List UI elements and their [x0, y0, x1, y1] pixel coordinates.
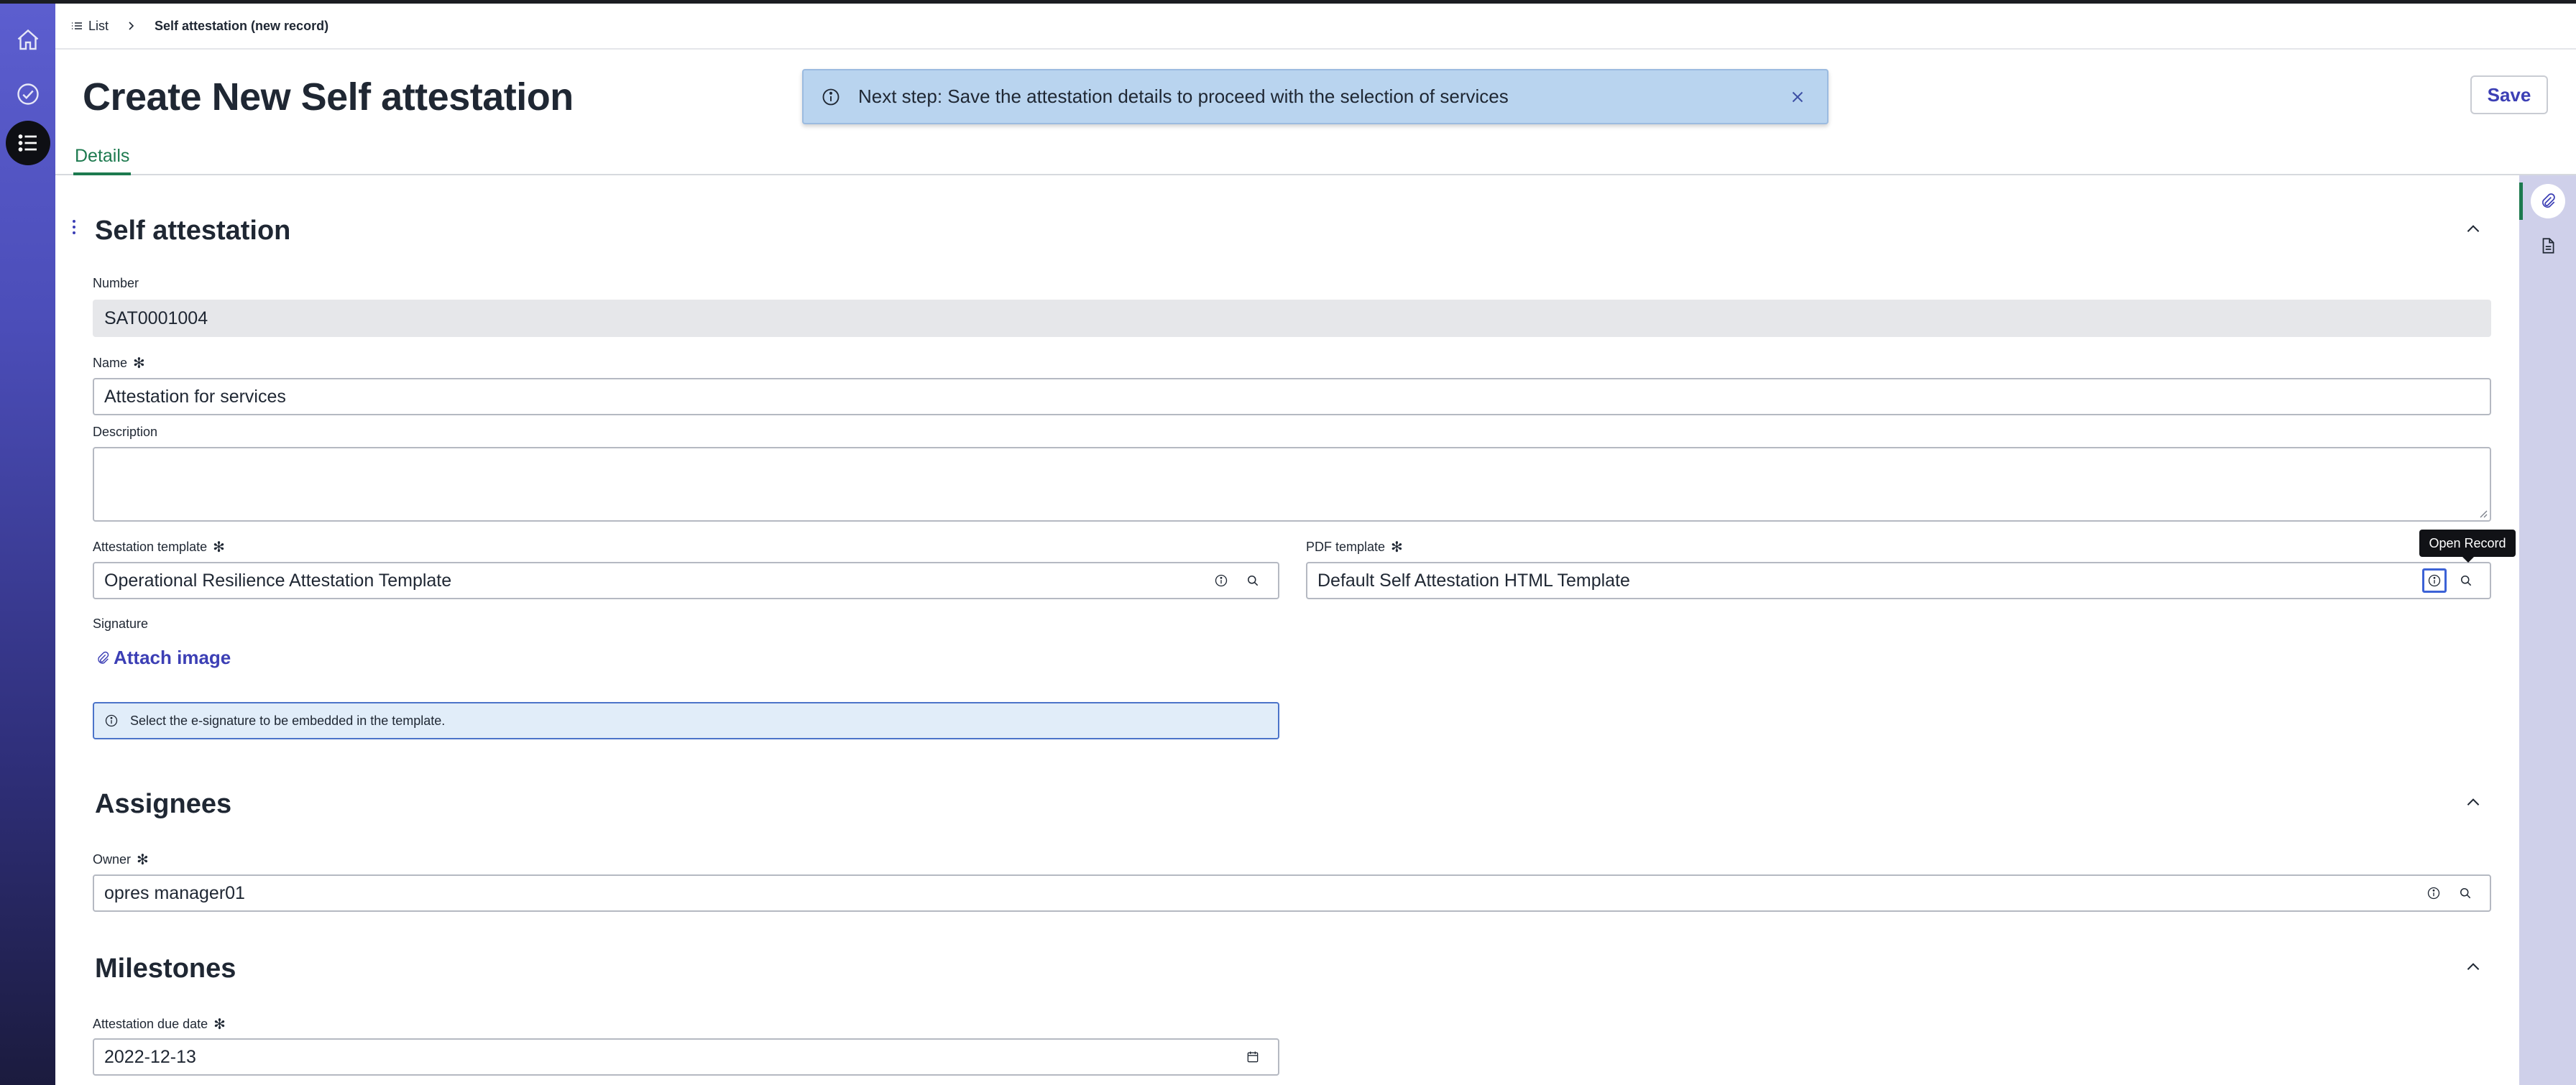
breadcrumb-list-link[interactable]: List: [71, 19, 109, 34]
name-label-text: Name: [93, 356, 128, 370]
due-date-label: Attestation due date ✻: [93, 1015, 226, 1033]
banner-message: Next step: Save the attestation details …: [858, 86, 1509, 107]
attach-image-link[interactable]: Attach image: [95, 647, 231, 669]
name-field[interactable]: Attestation for services: [93, 378, 2491, 415]
attestation-template-label: Attestation template ✻: [93, 538, 225, 556]
search-icon[interactable]: [2457, 572, 2475, 589]
list-icon[interactable]: [6, 121, 50, 165]
pdf-template-field[interactable]: Default Self Attestation HTML Template: [1306, 562, 2491, 599]
drag-handle-icon[interactable]: [70, 219, 78, 235]
close-icon[interactable]: [1788, 88, 1807, 106]
description-label-text: Description: [93, 425, 158, 439]
chevron-up-icon[interactable]: [2464, 220, 2483, 239]
signature-label-text: Signature: [93, 617, 149, 631]
info-circle-icon[interactable]: [2425, 885, 2442, 902]
pdf-template-value: Default Self Attestation HTML Template: [1317, 570, 1630, 591]
attestation-template-field[interactable]: Operational Resilience Attestation Templ…: [93, 562, 1279, 599]
signature-info-message: Select the e-signature to be embedded in…: [93, 702, 1279, 739]
breadcrumb-list-label: List: [88, 18, 109, 33]
name-value: Attestation for services: [104, 386, 286, 407]
tab-bar: Details: [55, 141, 2576, 175]
owner-label: Owner ✻: [93, 851, 149, 869]
right-side-rail: [2519, 175, 2576, 1085]
due-date-value: 2022-12-13: [104, 1046, 196, 1067]
description-label: Description: [93, 425, 157, 440]
required-mark: ✻: [213, 540, 225, 555]
number-value: SAT0001004: [104, 308, 208, 328]
list-small-icon: [72, 22, 82, 29]
due-date-label-text: Attestation due date: [93, 1017, 208, 1031]
signature-label: Signature: [93, 617, 148, 632]
pdf-template-label-text: PDF template: [1306, 540, 1386, 554]
owner-label-text: Owner: [93, 852, 132, 867]
resize-handle-icon[interactable]: [2478, 508, 2488, 518]
owner-field[interactable]: opres manager01: [93, 874, 2491, 912]
paperclip-icon: [98, 651, 109, 664]
number-label: Number: [93, 276, 139, 291]
tab-details[interactable]: Details: [73, 141, 132, 175]
section-title-milestones: Milestones: [95, 954, 236, 984]
chevron-up-icon[interactable]: [2464, 958, 2483, 976]
open-record-tooltip: Open Record: [2419, 530, 2516, 563]
attestation-template-label-text: Attestation template: [93, 540, 208, 554]
attestation-template-value: Operational Resilience Attestation Templ…: [104, 570, 452, 591]
attach-image-label: Attach image: [114, 647, 231, 668]
search-icon[interactable]: [1244, 572, 1261, 589]
calendar-icon[interactable]: [1244, 1048, 1261, 1066]
page-title: Create New Self attestation: [83, 75, 574, 119]
paperclip-icon[interactable]: [2531, 184, 2565, 218]
chevron-right-icon: [126, 21, 136, 31]
required-mark: ✻: [137, 852, 149, 868]
right-rail-active-indicator: [2519, 183, 2523, 220]
search-icon[interactable]: [2457, 885, 2474, 902]
breadcrumb: List Self attestation (new record): [55, 4, 2576, 50]
section-title-self-attestation: Self attestation: [95, 216, 291, 246]
owner-value: opres manager01: [104, 882, 245, 903]
info-circle-icon[interactable]: [1213, 572, 1230, 589]
left-nav-rail: [0, 4, 55, 1085]
due-date-field[interactable]: 2022-12-13: [93, 1038, 1279, 1076]
signature-info-text: Select the e-signature to be embedded in…: [130, 713, 446, 728]
number-field: SAT0001004: [93, 300, 2491, 337]
info-icon: [822, 88, 840, 105]
next-step-banner: Next step: Save the attestation details …: [802, 69, 1828, 124]
home-icon[interactable]: [6, 18, 50, 63]
check-circle-icon[interactable]: [6, 72, 50, 116]
save-button[interactable]: Save: [2470, 75, 2548, 114]
required-mark: ✻: [1391, 540, 1403, 555]
open-record-icon[interactable]: [2422, 568, 2447, 593]
section-title-assignees: Assignees: [95, 789, 232, 819]
chevron-up-icon[interactable]: [2464, 793, 2483, 812]
required-mark: ✻: [133, 356, 145, 371]
description-field[interactable]: [93, 447, 2491, 522]
document-icon[interactable]: [2531, 228, 2565, 263]
pdf-template-label: PDF template ✻: [1306, 538, 1403, 556]
number-label-text: Number: [93, 276, 139, 290]
info-icon: [105, 714, 118, 727]
breadcrumb-current: Self attestation (new record): [155, 18, 329, 33]
name-label: Name ✻: [93, 354, 145, 372]
required-mark: ✻: [213, 1017, 226, 1033]
